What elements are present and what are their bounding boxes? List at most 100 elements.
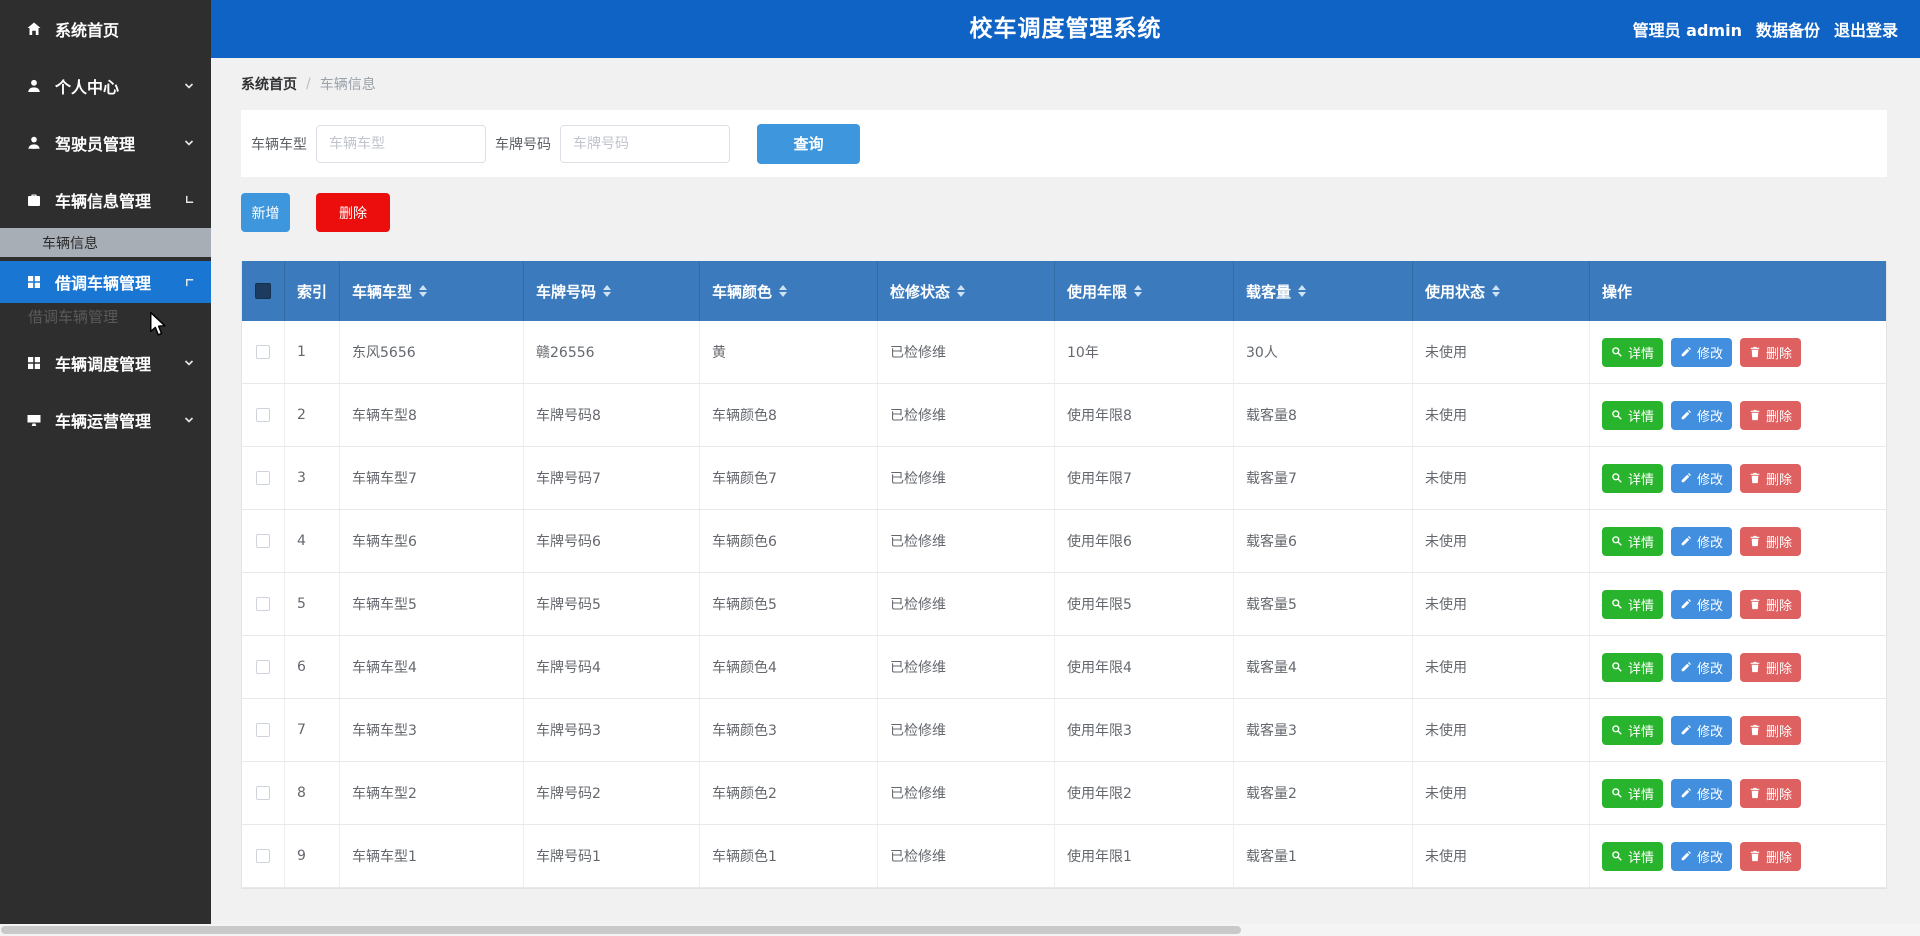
row-detail-button[interactable]: 详情 bbox=[1602, 400, 1664, 430]
cell-plate: 车牌号码6 bbox=[524, 510, 700, 572]
row-action-buttons: 详情 修改 删除 bbox=[1602, 715, 1802, 745]
row-checkbox[interactable] bbox=[256, 597, 270, 611]
row-detail-button[interactable]: 详情 bbox=[1602, 778, 1664, 808]
chevron-down-icon bbox=[183, 414, 195, 426]
cell-text: 载客量3 bbox=[1246, 723, 1297, 739]
sidebar-item-borrow-vehicle-management[interactable]: 借调车辆管理 bbox=[0, 261, 211, 303]
cell-status: 未使用 bbox=[1413, 510, 1590, 572]
breadcrumb-home[interactable]: 系统首页 bbox=[241, 74, 297, 94]
row-detail-button[interactable]: 详情 bbox=[1602, 526, 1664, 556]
row-button-label: 删除 bbox=[1766, 724, 1793, 740]
cell-color: 车辆颜色7 bbox=[700, 447, 878, 509]
column-header-actions: 操作 bbox=[1590, 261, 1886, 321]
row-detail-button[interactable]: 详情 bbox=[1602, 841, 1664, 871]
filter-model-input[interactable] bbox=[316, 124, 486, 163]
row-delete-button[interactable]: 删除 bbox=[1740, 778, 1802, 808]
edit-icon bbox=[1680, 409, 1692, 421]
cell-plate: 车牌号码2 bbox=[524, 762, 700, 824]
row-delete-button[interactable]: 删除 bbox=[1740, 400, 1802, 430]
row-checkbox[interactable] bbox=[256, 660, 270, 674]
cell-index: 9 bbox=[285, 825, 340, 887]
cell-capacity: 载客量4 bbox=[1234, 636, 1413, 698]
row-checkbox[interactable] bbox=[256, 534, 270, 548]
column-header-color[interactable]: 车辆颜色 bbox=[700, 261, 878, 321]
column-header-model[interactable]: 车辆车型 bbox=[340, 261, 524, 321]
sidebar-item-home[interactable]: 系统首页 bbox=[0, 0, 211, 57]
column-header-plate[interactable]: 车牌号码 bbox=[524, 261, 700, 321]
row-checkbox[interactable] bbox=[256, 786, 270, 800]
topbar-user-label[interactable]: 管理员 admin bbox=[1633, 17, 1742, 41]
cell-text: 未使用 bbox=[1425, 471, 1467, 487]
row-button-label: 删除 bbox=[1766, 472, 1793, 488]
column-header-years[interactable]: 使用年限 bbox=[1055, 261, 1234, 321]
query-button[interactable]: 查询 bbox=[757, 123, 860, 164]
cell-text: 已检修维 bbox=[890, 534, 946, 550]
column-header-repair[interactable]: 检修状态 bbox=[878, 261, 1055, 321]
row-delete-button[interactable]: 删除 bbox=[1740, 463, 1802, 493]
cell-text: 已检修维 bbox=[890, 849, 946, 865]
row-detail-button[interactable]: 详情 bbox=[1602, 589, 1664, 619]
topbar-backup-link[interactable]: 数据备份 bbox=[1756, 17, 1820, 41]
row-delete-button[interactable]: 删除 bbox=[1740, 337, 1802, 367]
row-checkbox[interactable] bbox=[256, 723, 270, 737]
row-detail-button[interactable]: 详情 bbox=[1602, 715, 1664, 745]
sidebar-item-operation-management[interactable]: 车辆运营管理 bbox=[0, 391, 211, 448]
sort-desc-icon bbox=[957, 292, 966, 297]
vehicle-table: 索引 车辆车型 车牌号码 车辆颜色 检修状态 使用年限 载客量 使用状态 操作 1 东风5656 赣2… bbox=[241, 261, 1887, 889]
column-header-capacity[interactable]: 载客量 bbox=[1234, 261, 1413, 321]
table-row: 1 东风5656 赣26556 黄 已检修维 10年 30人 未使用 详情 修改 删除 bbox=[242, 321, 1886, 384]
row-detail-button[interactable]: 详情 bbox=[1602, 337, 1664, 367]
cell-index: 5 bbox=[285, 573, 340, 635]
row-edit-button[interactable]: 修改 bbox=[1671, 841, 1733, 871]
row-delete-button[interactable]: 删除 bbox=[1740, 589, 1802, 619]
row-checkbox[interactable] bbox=[256, 849, 270, 863]
topbar-logout-link[interactable]: 退出登录 bbox=[1834, 17, 1898, 41]
row-edit-button[interactable]: 修改 bbox=[1671, 337, 1733, 367]
row-detail-button[interactable]: 详情 bbox=[1602, 652, 1664, 682]
row-checkbox[interactable] bbox=[256, 471, 270, 485]
row-select-cell bbox=[242, 699, 285, 761]
select-all-checkbox[interactable] bbox=[255, 283, 271, 299]
row-detail-button[interactable]: 详情 bbox=[1602, 463, 1664, 493]
row-edit-button[interactable]: 修改 bbox=[1671, 589, 1733, 619]
row-checkbox[interactable] bbox=[256, 345, 270, 359]
row-button-label: 修改 bbox=[1697, 724, 1724, 740]
row-button-label: 修改 bbox=[1697, 787, 1724, 803]
row-delete-button[interactable]: 删除 bbox=[1740, 652, 1802, 682]
table-action-row: 新增 删除 bbox=[241, 193, 1887, 232]
cell-text: 载客量5 bbox=[1246, 597, 1297, 613]
row-delete-button[interactable]: 删除 bbox=[1740, 526, 1802, 556]
row-delete-button[interactable]: 删除 bbox=[1740, 841, 1802, 871]
sidebar-subitem-vehicle-info[interactable]: 车辆信息 bbox=[0, 228, 211, 257]
cell-actions: 详情 修改 删除 bbox=[1590, 825, 1886, 887]
row-edit-button[interactable]: 修改 bbox=[1671, 652, 1733, 682]
row-checkbox[interactable] bbox=[256, 408, 270, 422]
row-delete-button[interactable]: 删除 bbox=[1740, 715, 1802, 745]
horizontal-scrollbar[interactable] bbox=[0, 924, 1920, 936]
row-edit-button[interactable]: 修改 bbox=[1671, 463, 1733, 493]
row-edit-button[interactable]: 修改 bbox=[1671, 400, 1733, 430]
row-edit-button[interactable]: 修改 bbox=[1671, 715, 1733, 745]
sort-arrows-icon bbox=[1134, 285, 1143, 297]
add-button[interactable]: 新增 bbox=[241, 193, 290, 232]
row-edit-button[interactable]: 修改 bbox=[1671, 778, 1733, 808]
row-action-buttons: 详情 修改 删除 bbox=[1602, 337, 1802, 367]
breadcrumb: 系统首页 / 车辆信息 bbox=[241, 58, 1887, 110]
row-edit-button[interactable]: 修改 bbox=[1671, 526, 1733, 556]
sort-arrows-icon bbox=[957, 285, 966, 297]
breadcrumb-separator: / bbox=[306, 76, 311, 92]
edit-icon bbox=[1680, 472, 1692, 484]
cell-plate: 车牌号码3 bbox=[524, 699, 700, 761]
sidebar-item-dispatch-management[interactable]: 车辆调度管理 bbox=[0, 334, 211, 391]
cell-model: 车辆车型4 bbox=[340, 636, 524, 698]
column-header-status[interactable]: 使用状态 bbox=[1413, 261, 1590, 321]
cell-model: 车辆车型1 bbox=[340, 825, 524, 887]
filter-plate-input[interactable] bbox=[560, 124, 730, 163]
sidebar-item-profile[interactable]: 个人中心 bbox=[0, 57, 211, 114]
delete-button[interactable]: 删除 bbox=[316, 193, 390, 232]
sort-desc-icon bbox=[1492, 292, 1501, 297]
horizontal-scrollbar-thumb[interactable] bbox=[1, 926, 1241, 934]
monitor-icon bbox=[26, 412, 42, 428]
sidebar-item-vehicle-info-management[interactable]: 车辆信息管理 bbox=[0, 171, 211, 228]
sidebar-item-driver-management[interactable]: 驾驶员管理 bbox=[0, 114, 211, 171]
